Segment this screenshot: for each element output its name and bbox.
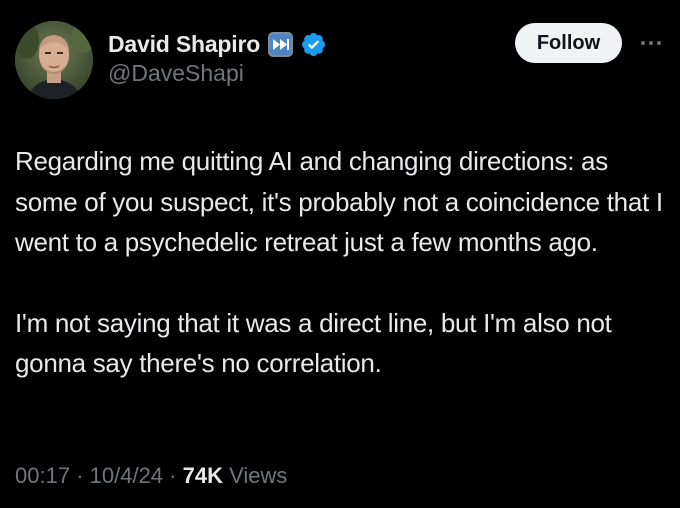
- verified-badge-icon: [300, 31, 327, 58]
- automated-fast-forward-icon: [267, 31, 294, 58]
- author-handle[interactable]: @DaveShapi: [108, 60, 244, 87]
- tweet-date[interactable]: 10/4/24: [90, 463, 163, 488]
- tweet-paragraph: Regarding me quitting AI and changing di…: [15, 146, 663, 257]
- meta-separator: ·: [169, 463, 177, 488]
- author-display-name[interactable]: David Shapiro: [108, 31, 260, 58]
- avatar[interactable]: [15, 21, 93, 99]
- tweet-time[interactable]: 00:17: [15, 463, 70, 488]
- tweet-metadata: 00:17 · 10/4/24 · 74K Views: [15, 463, 287, 489]
- profile-photo: [15, 21, 93, 99]
- follow-button[interactable]: Follow: [515, 23, 622, 63]
- tweet-paragraph: I'm not saying that it was a direct line…: [15, 307, 612, 379]
- meta-separator: ·: [76, 463, 84, 488]
- author-name-row: David Shapiro: [108, 28, 327, 60]
- tweet-text: Regarding me quitting AI and changing di…: [15, 141, 665, 384]
- views-label: Views: [229, 463, 288, 488]
- more-horizontal-icon[interactable]: [634, 30, 668, 56]
- views-count: 74K: [182, 463, 223, 488]
